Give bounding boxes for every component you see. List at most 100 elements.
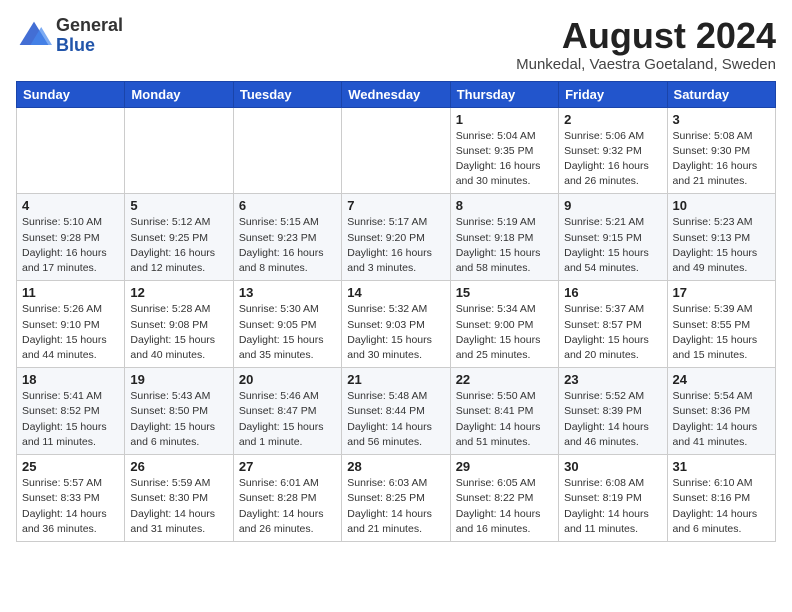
day-info: Sunrise: 5:15 AMSunset: 9:23 PMDaylight:… xyxy=(239,215,336,276)
calendar-cell: 29 Sunrise: 6:05 AMSunset: 8:22 PMDayligh… xyxy=(450,455,558,542)
day-info: Sunrise: 6:03 AMSunset: 8:25 PMDaylight:… xyxy=(347,476,444,537)
day-info: Sunrise: 5:30 AMSunset: 9:05 PMDaylight:… xyxy=(239,302,336,363)
day-info: Sunrise: 5:26 AMSunset: 9:10 PMDaylight:… xyxy=(22,302,119,363)
calendar-cell: 31 Sunrise: 6:10 AMSunset: 8:16 PMDayligh… xyxy=(667,455,775,542)
calendar-cell: 10Sunrise: 5:23 AMSunset: 9:13 PMDayligh… xyxy=(667,194,775,281)
day-info: Sunrise: 5:41 AMSunset: 8:52 PMDaylight:… xyxy=(22,389,119,450)
day-number: 16 xyxy=(564,285,661,300)
calendar-cell: 27 Sunrise: 6:01 AMSunset: 8:28 PMDayligh… xyxy=(233,455,341,542)
calendar-cell: 6 Sunrise: 5:15 AMSunset: 9:23 PMDaylight… xyxy=(233,194,341,281)
weekday-header: Sunday xyxy=(17,81,125,107)
logo-text: General Blue xyxy=(56,16,123,56)
day-number: 8 xyxy=(456,198,553,213)
calendar-cell: 14 Sunrise: 5:32 AMSunset: 9:03 PMDayligh… xyxy=(342,281,450,368)
day-info: Sunrise: 5:28 AMSunset: 9:08 PMDaylight:… xyxy=(130,302,227,363)
day-info: Sunrise: 5:52 AMSunset: 8:39 PMDaylight:… xyxy=(564,389,661,450)
calendar-cell: 3 Sunrise: 5:08 AMSunset: 9:30 PMDaylight… xyxy=(667,107,775,194)
calendar-cell: 18Sunrise: 5:41 AMSunset: 8:52 PMDayligh… xyxy=(17,368,125,455)
day-number: 21 xyxy=(347,372,444,387)
calendar-cell: 21 Sunrise: 5:48 AMSunset: 8:44 PMDayligh… xyxy=(342,368,450,455)
month-year: August 2024 xyxy=(516,16,776,56)
calendar-week-row: 1Sunrise: 5:04 AMSunset: 9:35 PMDaylight… xyxy=(17,107,776,194)
day-number: 12 xyxy=(130,285,227,300)
day-number: 10 xyxy=(673,198,770,213)
day-number: 4 xyxy=(22,198,119,213)
day-info: Sunrise: 5:57 AMSunset: 8:33 PMDaylight:… xyxy=(22,476,119,537)
day-info: Sunrise: 5:32 AMSunset: 9:03 PMDaylight:… xyxy=(347,302,444,363)
weekday-header: Tuesday xyxy=(233,81,341,107)
calendar-cell xyxy=(17,107,125,194)
day-info: Sunrise: 5:46 AMSunset: 8:47 PMDaylight:… xyxy=(239,389,336,450)
calendar-cell: 24 Sunrise: 5:54 AMSunset: 8:36 PMDayligh… xyxy=(667,368,775,455)
day-number: 6 xyxy=(239,198,336,213)
calendar-cell xyxy=(125,107,233,194)
calendar-cell: 20 Sunrise: 5:46 AMSunset: 8:47 PMDayligh… xyxy=(233,368,341,455)
day-number: 31 xyxy=(673,459,770,474)
calendar-cell: 9Sunrise: 5:21 AMSunset: 9:15 PMDaylight… xyxy=(559,194,667,281)
calendar-cell: 2 Sunrise: 5:06 AMSunset: 9:32 PMDaylight… xyxy=(559,107,667,194)
calendar-table: SundayMondayTuesdayWednesdayThursdayFrid… xyxy=(16,81,776,542)
calendar-cell: 15Sunrise: 5:34 AMSunset: 9:00 PMDayligh… xyxy=(450,281,558,368)
day-number: 29 xyxy=(456,459,553,474)
location: Munkedal, Vaestra Goetaland, Sweden xyxy=(516,56,776,73)
calendar-cell: 11 Sunrise: 5:26 AMSunset: 9:10 PMDayligh… xyxy=(17,281,125,368)
calendar-cell: 5Sunrise: 5:12 AMSunset: 9:25 PMDaylight… xyxy=(125,194,233,281)
day-info: Sunrise: 5:10 AMSunset: 9:28 PMDaylight:… xyxy=(22,215,119,276)
day-info: Sunrise: 6:01 AMSunset: 8:28 PMDaylight:… xyxy=(239,476,336,537)
calendar-cell: 1Sunrise: 5:04 AMSunset: 9:35 PMDaylight… xyxy=(450,107,558,194)
day-number: 3 xyxy=(673,112,770,127)
calendar-cell xyxy=(342,107,450,194)
calendar-cell: 22Sunrise: 5:50 AMSunset: 8:41 PMDayligh… xyxy=(450,368,558,455)
day-info: Sunrise: 5:17 AMSunset: 9:20 PMDaylight:… xyxy=(347,215,444,276)
calendar-week-row: 25 Sunrise: 5:57 AMSunset: 8:33 PMDayligh… xyxy=(17,455,776,542)
day-number: 26 xyxy=(130,459,227,474)
logo-icon xyxy=(16,18,52,54)
day-number: 25 xyxy=(22,459,119,474)
weekday-header: Thursday xyxy=(450,81,558,107)
calendar-cell: 19 Sunrise: 5:43 AMSunset: 8:50 PMDayligh… xyxy=(125,368,233,455)
title-block: August 2024 Munkedal, Vaestra Goetaland,… xyxy=(516,16,776,73)
day-info: Sunrise: 5:43 AMSunset: 8:50 PMDaylight:… xyxy=(130,389,227,450)
day-number: 19 xyxy=(130,372,227,387)
calendar-cell: 8Sunrise: 5:19 AMSunset: 9:18 PMDaylight… xyxy=(450,194,558,281)
calendar-header-row: SundayMondayTuesdayWednesdayThursdayFrid… xyxy=(17,81,776,107)
day-number: 23 xyxy=(564,372,661,387)
weekday-header: Saturday xyxy=(667,81,775,107)
page-header: General Blue August 2024 Munkedal, Vaest… xyxy=(16,16,776,73)
calendar-cell: 25 Sunrise: 5:57 AMSunset: 8:33 PMDayligh… xyxy=(17,455,125,542)
calendar-week-row: 18Sunrise: 5:41 AMSunset: 8:52 PMDayligh… xyxy=(17,368,776,455)
calendar-cell: 28Sunrise: 6:03 AMSunset: 8:25 PMDayligh… xyxy=(342,455,450,542)
day-info: Sunrise: 5:12 AMSunset: 9:25 PMDaylight:… xyxy=(130,215,227,276)
weekday-header: Friday xyxy=(559,81,667,107)
day-number: 30 xyxy=(564,459,661,474)
calendar-cell xyxy=(233,107,341,194)
day-number: 14 xyxy=(347,285,444,300)
calendar-cell: 13Sunrise: 5:30 AMSunset: 9:05 PMDayligh… xyxy=(233,281,341,368)
day-number: 15 xyxy=(456,285,553,300)
day-info: Sunrise: 5:59 AMSunset: 8:30 PMDaylight:… xyxy=(130,476,227,537)
day-info: Sunrise: 5:37 AMSunset: 8:57 PMDaylight:… xyxy=(564,302,661,363)
calendar-cell: 30Sunrise: 6:08 AMSunset: 8:19 PMDayligh… xyxy=(559,455,667,542)
day-number: 9 xyxy=(564,198,661,213)
calendar-cell: 17Sunrise: 5:39 AMSunset: 8:55 PMDayligh… xyxy=(667,281,775,368)
day-info: Sunrise: 5:06 AMSunset: 9:32 PMDaylight:… xyxy=(564,129,661,190)
logo: General Blue xyxy=(16,16,123,56)
weekday-header: Wednesday xyxy=(342,81,450,107)
logo-general: General xyxy=(56,15,123,35)
day-info: Sunrise: 5:39 AMSunset: 8:55 PMDaylight:… xyxy=(673,302,770,363)
calendar-cell: 12 Sunrise: 5:28 AMSunset: 9:08 PMDayligh… xyxy=(125,281,233,368)
day-number: 24 xyxy=(673,372,770,387)
day-number: 2 xyxy=(564,112,661,127)
day-number: 20 xyxy=(239,372,336,387)
calendar-week-row: 11 Sunrise: 5:26 AMSunset: 9:10 PMDayligh… xyxy=(17,281,776,368)
day-info: Sunrise: 6:05 AMSunset: 8:22 PMDaylight:… xyxy=(456,476,553,537)
day-info: Sunrise: 5:48 AMSunset: 8:44 PMDaylight:… xyxy=(347,389,444,450)
day-info: Sunrise: 5:54 AMSunset: 8:36 PMDaylight:… xyxy=(673,389,770,450)
day-info: Sunrise: 5:08 AMSunset: 9:30 PMDaylight:… xyxy=(673,129,770,190)
day-number: 11 xyxy=(22,285,119,300)
day-info: Sunrise: 6:10 AMSunset: 8:16 PMDaylight:… xyxy=(673,476,770,537)
day-number: 27 xyxy=(239,459,336,474)
day-number: 1 xyxy=(456,112,553,127)
calendar-cell: 23 Sunrise: 5:52 AMSunset: 8:39 PMDayligh… xyxy=(559,368,667,455)
day-number: 22 xyxy=(456,372,553,387)
